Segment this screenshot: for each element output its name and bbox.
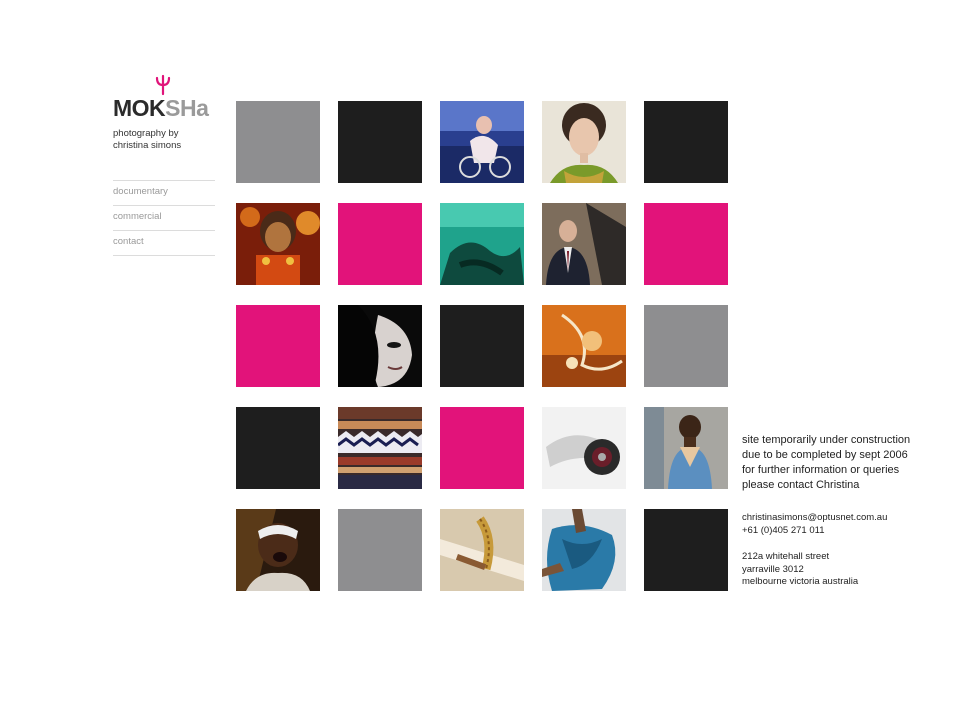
photo-aerial-water-image <box>440 203 524 285</box>
photo-singer-image <box>236 509 320 591</box>
photo-fabric-hands-image <box>542 509 626 591</box>
contact-address-line-3: melbourne victoria australia <box>742 576 859 587</box>
color-tile-black[interactable] <box>644 101 728 183</box>
photo-dark-face-thumbnail[interactable] <box>338 305 422 387</box>
photo-orange-abstract-image <box>542 305 626 387</box>
photo-holy-man-image <box>236 203 320 285</box>
color-tile-pink[interactable] <box>236 305 320 387</box>
construction-notice: site temporarily under construction due … <box>742 433 910 493</box>
photo-cyclist-image <box>440 101 524 183</box>
photo-singer-thumbnail[interactable] <box>236 509 320 591</box>
photo-dark-face-image <box>338 305 422 387</box>
color-tile-grey[interactable] <box>338 509 422 591</box>
tagline-line-1: photography by <box>113 128 179 139</box>
photo-orange-abstract-thumbnail[interactable] <box>542 305 626 387</box>
color-tile-grey[interactable] <box>644 305 728 387</box>
photo-child-image <box>644 407 728 489</box>
photo-woman-portrait-thumbnail[interactable] <box>542 101 626 183</box>
notice-line-3: for further information or queries <box>742 464 900 476</box>
tagline: photography by christina simons <box>113 128 181 152</box>
contact-phone: +61 (0)405 271 011 <box>742 524 825 536</box>
photo-craft-tools-thumbnail[interactable] <box>440 509 524 591</box>
contact-details: christinasimons@optusnet.com.au +61 (0)4… <box>742 512 887 589</box>
color-tile-pink[interactable] <box>440 407 524 489</box>
contact-address-line-2: yarraville 3012 <box>742 563 804 575</box>
photo-textile-thumbnail[interactable] <box>338 407 422 489</box>
notice-line-4: please contact Christina <box>742 479 860 491</box>
photo-craft-tools-image <box>440 509 524 591</box>
notice-line-1: site temporarily under construction <box>742 434 911 446</box>
tagline-line-2: christina simons <box>113 140 182 151</box>
photo-fabric-hands-thumbnail[interactable] <box>542 509 626 591</box>
photo-textile-image <box>338 407 422 489</box>
logo-wordmark: MOKSHa <box>113 95 209 121</box>
nav-item-documentary[interactable]: documentary <box>113 180 215 205</box>
photo-holy-man-thumbnail[interactable] <box>236 203 320 285</box>
notice-line-2: due to be completed by sept 2006 <box>742 449 908 461</box>
color-tile-pink[interactable] <box>338 203 422 285</box>
photo-child-thumbnail[interactable] <box>644 407 728 489</box>
color-tile-black[interactable] <box>338 101 422 183</box>
contact-email[interactable]: christinasimons@optusnet.com.au <box>742 512 887 525</box>
contact-address-line-1: 212a whitehall street <box>742 551 830 562</box>
logo-text-grey: SHa <box>165 95 209 121</box>
color-tile-black[interactable] <box>644 509 728 591</box>
color-tile-black[interactable] <box>236 407 320 489</box>
color-tile-pink[interactable] <box>644 203 728 285</box>
photo-wheel-thumbnail[interactable] <box>542 407 626 489</box>
photo-businessman-thumbnail[interactable] <box>542 203 626 285</box>
logo-text-dark: MOK <box>113 95 166 121</box>
photo-woman-portrait-image <box>542 101 626 183</box>
photo-businessman-image <box>542 203 626 285</box>
photo-cyclist-thumbnail[interactable] <box>440 101 524 183</box>
color-tile-grey[interactable] <box>236 101 320 183</box>
nav-item-commercial[interactable]: commercial <box>113 205 215 230</box>
color-tile-black[interactable] <box>440 305 524 387</box>
photo-aerial-water-thumbnail[interactable] <box>440 203 524 285</box>
main-nav: documentary commercial contact <box>113 180 215 256</box>
nav-item-contact[interactable]: contact <box>113 230 215 256</box>
photo-wheel-image <box>542 407 626 489</box>
trident-icon <box>155 74 171 96</box>
